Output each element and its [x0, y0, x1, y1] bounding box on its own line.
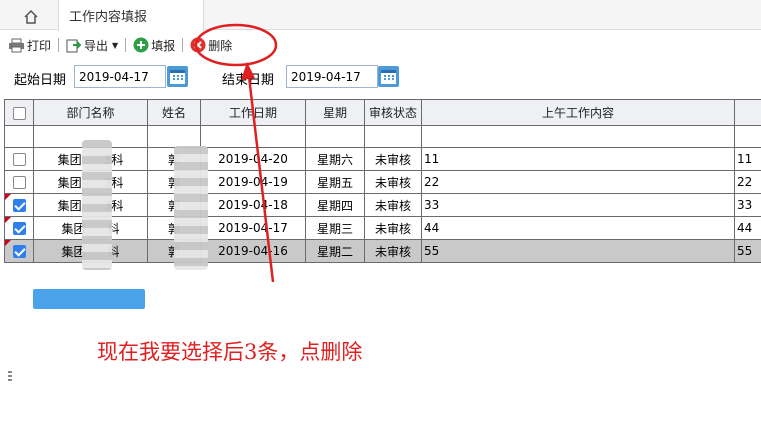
cell-date: 2019-04-16	[200, 239, 306, 263]
toolbar-divider	[125, 38, 127, 52]
edited-flag	[5, 217, 11, 223]
tab-label: 工作内容填报	[69, 10, 148, 25]
edited-flag	[5, 194, 11, 200]
table-row[interactable]: 集团3科郭2019-04-19星期五未审核2222	[4, 170, 761, 194]
cell-date: 2019-04-17	[200, 216, 306, 240]
cell-status: 未审核	[364, 216, 422, 240]
table-row[interactable]: 集团3科郭2019-04-20星期六未审核1111	[4, 147, 761, 171]
start-date-label: 起始日期	[14, 73, 67, 88]
table-row[interactable]: 集团科郭2019-04-17星期三未审核4444	[4, 216, 761, 240]
tab-home[interactable]	[10, 3, 52, 30]
print-icon	[9, 38, 24, 52]
chevron-down-icon: ▼	[112, 40, 119, 50]
edited-flag	[5, 240, 11, 246]
privacy-mask	[82, 140, 112, 270]
grid-header: 部门名称 姓名 工作日期 星期 审核状态 上午工作内容	[4, 99, 761, 126]
cell-am-content: 11	[421, 147, 735, 171]
column-header[interactable]: 审核状态	[364, 99, 422, 126]
cell-weekday: 星期六	[305, 147, 365, 171]
resize-handle[interactable]	[8, 371, 12, 383]
row-checkbox[interactable]	[4, 193, 34, 217]
cell-am-content: 55	[421, 239, 735, 263]
column-header[interactable]: 部门名称	[33, 99, 148, 126]
print-label: 打印	[27, 38, 52, 53]
cell-date: 2019-04-19	[200, 170, 306, 194]
delete-icon	[190, 37, 206, 53]
column-header[interactable]: 工作日期	[200, 99, 306, 126]
tab-work-content[interactable]: 工作内容填报	[58, 0, 204, 31]
column-header[interactable]: 姓名	[147, 99, 201, 126]
cell-extra: 44	[734, 216, 761, 240]
cell-extra: 55	[734, 239, 761, 263]
toolbar: 打印 导出 ▼ 填报 删除	[0, 31, 761, 59]
start-date-input[interactable]: 2019-04-17	[74, 65, 166, 88]
fill-label: 填报	[151, 38, 176, 53]
action-button[interactable]	[33, 289, 145, 309]
cell-status: 未审核	[364, 170, 422, 194]
row-checkbox[interactable]	[4, 147, 34, 171]
column-header[interactable]	[734, 99, 761, 126]
calendar-icon[interactable]	[378, 66, 399, 87]
add-icon	[133, 37, 149, 53]
column-header[interactable]: 上午工作内容	[421, 99, 735, 126]
cell-extra: 11	[734, 147, 761, 171]
cell-weekday: 星期二	[305, 239, 365, 263]
filter-row	[4, 125, 761, 148]
export-button[interactable]: 导出 ▼	[63, 33, 121, 57]
toolbar-divider	[182, 38, 184, 52]
cell-weekday: 星期五	[305, 170, 365, 194]
tab-bar: 工作内容填报	[0, 0, 761, 31]
print-button[interactable]: 打印	[5, 33, 54, 57]
annotation-text: 现在我要选择后3条，点删除	[97, 340, 363, 364]
privacy-mask	[174, 146, 208, 270]
row-checkbox[interactable]	[4, 239, 34, 263]
date-filter: 起始日期 2019-04-17 结束日期 2019-04-17	[0, 63, 761, 91]
export-icon	[66, 39, 82, 53]
cell-am-content: 33	[421, 193, 735, 217]
delete-label: 删除	[208, 38, 233, 53]
table-row[interactable]: 集团3科郭2019-04-18星期四未审核3333	[4, 193, 761, 217]
cell-extra: 33	[734, 193, 761, 217]
home-icon	[24, 9, 38, 24]
calendar-icon[interactable]	[167, 66, 188, 87]
fill-button[interactable]: 填报	[130, 33, 178, 57]
row-checkbox[interactable]	[4, 216, 34, 240]
toolbar-divider	[58, 38, 60, 52]
row-checkbox[interactable]	[4, 170, 34, 194]
cell-status: 未审核	[364, 193, 422, 217]
cell-weekday: 星期三	[305, 216, 365, 240]
select-all-checkbox[interactable]	[4, 99, 34, 126]
cell-status: 未审核	[364, 239, 422, 263]
cell-extra: 22	[734, 170, 761, 194]
cell-date: 2019-04-20	[200, 147, 306, 171]
delete-button[interactable]: 删除	[187, 33, 235, 57]
table-row[interactable]: 集团科郭2019-04-16星期二未审核5555	[4, 239, 761, 263]
end-date-input[interactable]: 2019-04-17	[286, 65, 378, 88]
cell-weekday: 星期四	[305, 193, 365, 217]
cell-status: 未审核	[364, 147, 422, 171]
column-header[interactable]: 星期	[305, 99, 365, 126]
work-content-grid: 部门名称 姓名 工作日期 星期 审核状态 上午工作内容 集团3科郭2019-04…	[4, 99, 761, 263]
cell-date: 2019-04-18	[200, 193, 306, 217]
export-label: 导出	[84, 38, 109, 53]
end-date-label: 结束日期	[222, 73, 275, 88]
cell-am-content: 44	[421, 216, 735, 240]
cell-am-content: 22	[421, 170, 735, 194]
